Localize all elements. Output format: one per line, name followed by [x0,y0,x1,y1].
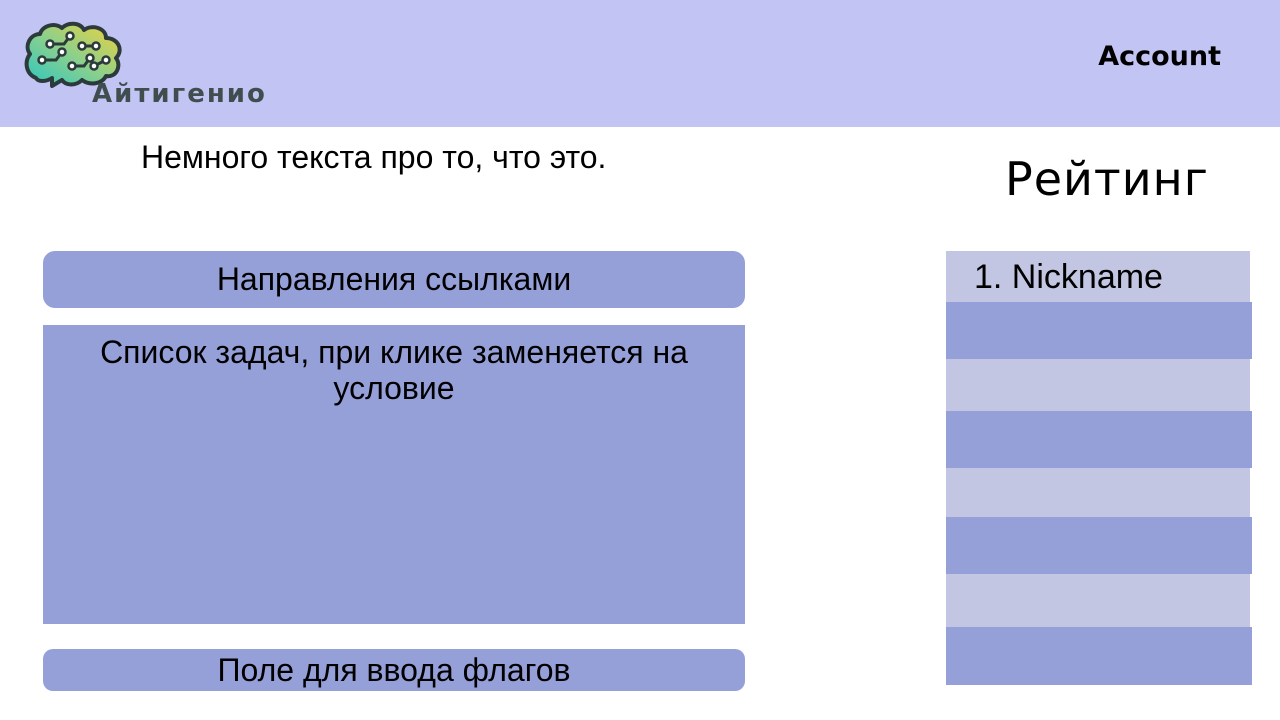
rating-row[interactable] [946,517,1252,574]
rating-row[interactable] [946,468,1250,517]
rating-row-label: 1. Nickname [974,258,1163,296]
account-link[interactable]: Account [1098,40,1221,74]
directions-links-bar[interactable]: Направления ссылками [43,251,745,308]
rating-row[interactable] [946,359,1250,411]
intro-text: Немного текста про то, что это. [141,139,607,175]
rating-row[interactable] [946,574,1250,627]
flag-input[interactable] [43,649,745,691]
rating-title: Рейтинг [1005,152,1209,206]
task-list-text: Список задач, при клике заменяется на ус… [100,334,688,406]
rating-row[interactable]: 1. Nickname [946,251,1250,302]
rating-row[interactable] [946,411,1252,468]
rating-row[interactable] [946,302,1252,359]
rating-row[interactable] [946,627,1252,685]
logo-text: Айтигенио [92,79,267,109]
task-list-panel[interactable]: Список задач, при клике заменяется на ус… [43,325,745,624]
header-bar: Айтигенио Account [0,0,1280,127]
